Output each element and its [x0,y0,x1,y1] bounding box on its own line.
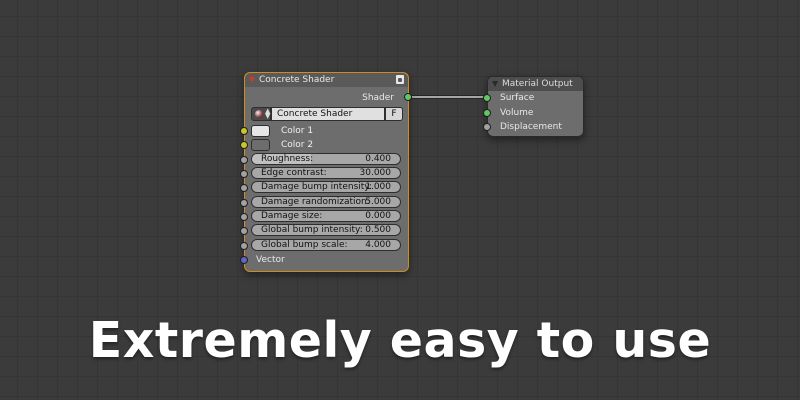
global-bump-scale-slider[interactable]: Global bump scale: 4.000 [251,239,401,251]
global-bump-intensity-socket[interactable] [240,227,248,235]
material-output-node[interactable]: Material Output Surface Volume Displacem… [487,76,584,137]
color-2-label: Color 2 [281,140,314,150]
global-bump-intensity-value: 0.500 [365,225,391,235]
vector-input-socket[interactable] [240,256,248,264]
roughness-slider[interactable]: Roughness: 0.400 [251,153,401,165]
shader-node-header[interactable]: Concrete Shader [245,73,408,87]
node-tree-name-field[interactable]: Concrete Shader [271,107,385,121]
global-bump-intensity-slider[interactable]: Global bump intensity: 0.500 [251,224,401,236]
material-sphere-icon [255,110,263,118]
displacement-input-socket[interactable] [483,123,491,131]
edge-contrast-slider[interactable]: Edge contrast: 30.000 [251,167,401,179]
color-1-swatch[interactable] [251,125,270,137]
roughness-label: Roughness: [261,154,314,164]
global-bump-intensity-label: Global bump intensity: [261,225,363,235]
damage-randomization-label: Damage randomization: [261,197,370,207]
edge-contrast-value: 30.000 [359,168,392,178]
edge-contrast-socket[interactable] [240,170,248,178]
shader-output-label: Shader [362,93,394,103]
node-group-selector[interactable]: ▲ ▼ Concrete Shader F [251,107,403,121]
damage-size-socket[interactable] [240,213,248,221]
global-bump-scale-value: 4.000 [365,240,391,250]
displacement-input-label: Displacement [500,122,562,132]
color-2-socket[interactable] [240,141,248,149]
damage-randomization-socket[interactable] [240,199,248,207]
output-node-title: Material Output [502,79,573,89]
collapse-triangle-icon[interactable] [492,81,498,87]
global-bump-scale-socket[interactable] [240,242,248,250]
damage-bump-intensity-slider[interactable]: Damage bump intensity: 1.000 [251,181,401,193]
damage-randomization-slider[interactable]: Damage randomization: 5.000 [251,196,401,208]
damage-bump-intensity-label: Damage bump intensity: [261,182,372,192]
volume-input-socket[interactable] [483,109,491,117]
damage-size-label: Damage size: [261,211,323,221]
surface-input-label: Surface [500,93,535,103]
concrete-shader-node[interactable]: Concrete Shader Shader ▲ ▼ Concrete Shade… [244,72,409,272]
volume-input-label: Volume [500,108,534,118]
roughness-socket[interactable] [240,156,248,164]
damage-bump-intensity-socket[interactable] [240,184,248,192]
tagline-caption: Extremely easy to use [88,312,712,369]
vector-input-label: Vector [256,255,285,265]
damage-size-value: 0.000 [365,211,391,221]
shader-node-title: Concrete Shader [259,75,335,85]
color-1-label: Color 1 [281,126,314,136]
up-down-arrows-icon: ▲ ▼ [265,107,271,120]
edge-contrast-label: Edge contrast: [261,168,327,178]
color-1-socket[interactable] [240,127,248,135]
collapse-triangle-icon[interactable] [249,77,255,83]
output-node-header[interactable]: Material Output [488,77,583,91]
damage-size-slider[interactable]: Damage size: 0.000 [251,210,401,222]
surface-input-socket[interactable] [483,94,491,102]
global-bump-scale-label: Global bump scale: [261,240,348,250]
node-tree-browse-button[interactable]: ▲ ▼ [251,107,271,121]
damage-bump-intensity-value: 1.000 [365,182,391,192]
shader-output-socket[interactable] [404,93,412,101]
fake-user-button[interactable]: F [385,107,403,121]
roughness-value: 0.400 [365,154,391,164]
damage-randomization-value: 5.000 [365,197,391,207]
preview-toggle-icon[interactable] [396,75,404,84]
color-2-swatch[interactable] [251,139,270,151]
